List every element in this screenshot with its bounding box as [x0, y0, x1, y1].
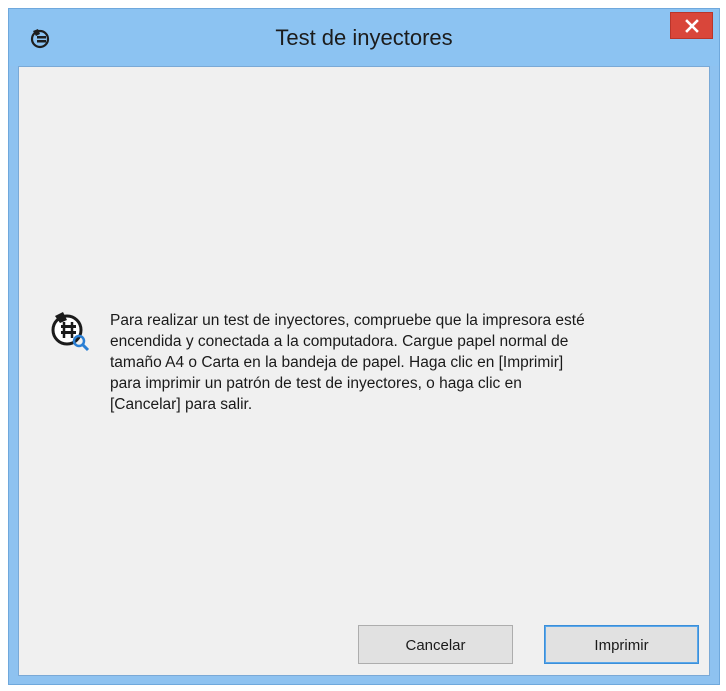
print-button[interactable]: Imprimir: [544, 625, 699, 664]
close-button[interactable]: [670, 12, 713, 39]
dialog-window: Test de inyectores Para realizar un test…: [8, 8, 720, 685]
dialog-message: Para realizar un test de inyectores, com…: [110, 312, 585, 413]
dialog-body: Para realizar un test de inyectores, com…: [18, 66, 710, 676]
title-bar[interactable]: Test de inyectores: [9, 9, 719, 66]
nozzle-check-icon: [46, 308, 92, 354]
window-title: Test de inyectores: [275, 25, 453, 50]
cancel-button[interactable]: Cancelar: [358, 625, 513, 664]
close-icon: [685, 19, 699, 33]
